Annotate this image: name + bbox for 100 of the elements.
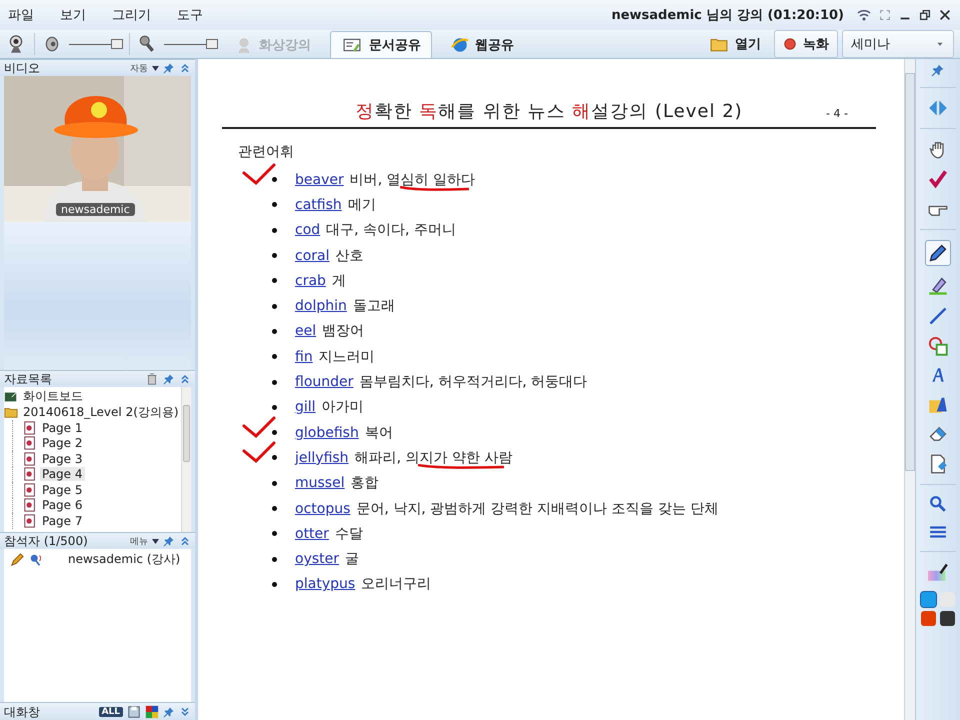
file-tree-item[interactable]: Page 4 — [40, 467, 84, 482]
menu-item[interactable]: 보기 — [60, 6, 86, 24]
collapse-icon[interactable] — [179, 62, 191, 74]
menu-dropdown[interactable]: 메뉴 — [130, 534, 148, 548]
close-icon[interactable] — [938, 8, 952, 22]
panel-title: 비디오 — [4, 60, 41, 76]
page-number: - 4 - — [826, 107, 849, 120]
expand-icon[interactable] — [179, 706, 191, 718]
collapse-icon[interactable] — [179, 535, 191, 547]
shapes-icon[interactable] — [928, 336, 948, 356]
file-tree-item[interactable]: Page 5 — [40, 482, 84, 497]
menu-item[interactable]: 그리기 — [112, 6, 151, 24]
vocab-meaning: 아가미 — [322, 399, 364, 416]
vocab-meaning: 지느러미 — [318, 348, 375, 365]
panel-title: 대화창 — [4, 704, 41, 720]
vocab-link[interactable]: globefish — [295, 424, 359, 441]
file-tree-item[interactable]: Page 6 — [40, 498, 84, 512]
open-button[interactable]: 열기 — [700, 30, 770, 58]
vocab-link[interactable]: oyster — [295, 551, 340, 568]
auto-dropdown[interactable]: 자동 — [130, 62, 148, 74]
scrollbar[interactable] — [904, 59, 915, 720]
file-tree-item[interactable]: 20140618_Level 2(강의용) — [21, 404, 181, 421]
pin-icon[interactable] — [163, 706, 175, 718]
menu-item[interactable]: 파일 — [8, 6, 34, 24]
page-icon — [23, 436, 37, 450]
vocab-link[interactable]: otter — [295, 526, 329, 542]
file-tree-item[interactable]: Page 3 — [40, 452, 84, 466]
eraser-icon[interactable] — [928, 424, 948, 444]
restore-icon[interactable] — [918, 8, 932, 22]
pencil-icon[interactable] — [928, 243, 948, 263]
trash-icon[interactable] — [145, 372, 159, 386]
vocab-link[interactable]: eel — [295, 323, 316, 340]
vocab-link[interactable]: flounder — [295, 374, 354, 390]
vocab-link[interactable]: gill — [295, 399, 316, 416]
record-icon — [783, 37, 797, 51]
dropdown-arrow-icon[interactable] — [152, 538, 159, 544]
collapse-icon[interactable] — [179, 373, 191, 385]
vocab-meaning: 해파리, 의지가 약한 사람 — [354, 450, 512, 466]
file-tree-item[interactable]: Page 1 — [40, 420, 84, 435]
color-swatch[interactable] — [921, 592, 936, 607]
vocab-meaning: 수달 — [334, 526, 363, 542]
pin-icon[interactable] — [931, 63, 945, 77]
page-icon — [23, 498, 37, 512]
vocab-link[interactable]: octopus — [295, 500, 350, 516]
window-title: newsademic 님의 강의 (01:20:10) — [611, 7, 844, 24]
file-tree-item[interactable]: Page 7 — [40, 514, 84, 528]
highlighter-icon[interactable] — [928, 276, 948, 296]
record-button[interactable]: 녹화 — [774, 30, 838, 58]
color-swatch[interactable] — [940, 611, 955, 626]
speaker-icon[interactable] — [43, 35, 61, 53]
tab[interactable]: 웹공유 — [440, 30, 525, 58]
palette-icon[interactable] — [145, 705, 159, 719]
line-icon[interactable] — [928, 306, 948, 326]
globe-icon — [451, 36, 469, 54]
vocab-link[interactable]: dolphin — [295, 298, 347, 314]
file-tree-item[interactable]: 화이트보드 — [21, 388, 85, 406]
tab[interactable]: 문서공유 — [330, 30, 432, 58]
vocab-meaning: 메기 — [348, 196, 376, 213]
vocab-link[interactable]: mussel — [295, 475, 345, 492]
scrollbar[interactable] — [180, 387, 191, 532]
wifi-icon — [856, 7, 872, 23]
vocab-link[interactable]: platypus — [295, 576, 356, 592]
vocab-link[interactable]: crab — [295, 272, 326, 289]
color-picker-icon[interactable] — [926, 562, 950, 582]
document-title: 정 확한 독해를 위한 뉴스 해 설강의 (Level 2) — [354, 100, 744, 123]
fullscreen-icon[interactable] — [878, 8, 892, 22]
pin-icon[interactable] — [163, 62, 175, 74]
vocab-link[interactable]: beaver — [295, 172, 344, 188]
vocab-link[interactable]: cod — [295, 222, 320, 238]
vocab-meaning: 뱀장어 — [322, 323, 364, 340]
folder-icon — [4, 405, 18, 420]
dropdown-arrow-icon[interactable] — [152, 66, 159, 70]
vocab-meaning: 대구, 속이다, 주머니 — [326, 222, 456, 238]
vocab-meaning: 문어, 낙지, 광범하게 강력한 지배력이나 조직을 갖는 단체 — [356, 500, 718, 516]
vocab-meaning: 복어 — [364, 424, 393, 441]
vocab-meaning: 굴 — [345, 551, 360, 568]
clear-page-icon[interactable] — [928, 454, 948, 474]
participant-name: newsademic (강사) — [68, 551, 180, 568]
vocab-link[interactable]: coral — [295, 248, 330, 264]
pin-icon[interactable] — [163, 535, 175, 547]
page-icon — [23, 482, 37, 497]
pin-icon[interactable] — [163, 373, 175, 385]
search-icon[interactable] — [929, 495, 947, 513]
vocab-meaning: 산호 — [336, 248, 364, 264]
mode-dropdown[interactable]: 세미나 — [842, 30, 954, 58]
page-icon — [23, 467, 37, 482]
all-button[interactable]: ALL — [98, 707, 123, 717]
color-swatch[interactable] — [921, 611, 936, 626]
file-tree-item[interactable]: Page 2 — [40, 436, 84, 450]
page-icon — [23, 514, 37, 528]
speaker-volume-slider[interactable] — [69, 37, 121, 51]
vocab-link[interactable]: fin — [295, 348, 313, 365]
save-icon[interactable] — [127, 705, 141, 719]
vocab-link[interactable]: catfish — [295, 196, 342, 213]
vocab-meaning: 비버, 열심히 일하다 — [350, 172, 476, 188]
microphone-volume-slider[interactable] — [164, 37, 216, 51]
checkmark-icon[interactable] — [928, 169, 948, 189]
menu-item[interactable]: 도구 — [177, 6, 203, 24]
name-tag: newsademic — [56, 203, 135, 216]
vocab-link[interactable]: jellyfish — [295, 450, 349, 466]
